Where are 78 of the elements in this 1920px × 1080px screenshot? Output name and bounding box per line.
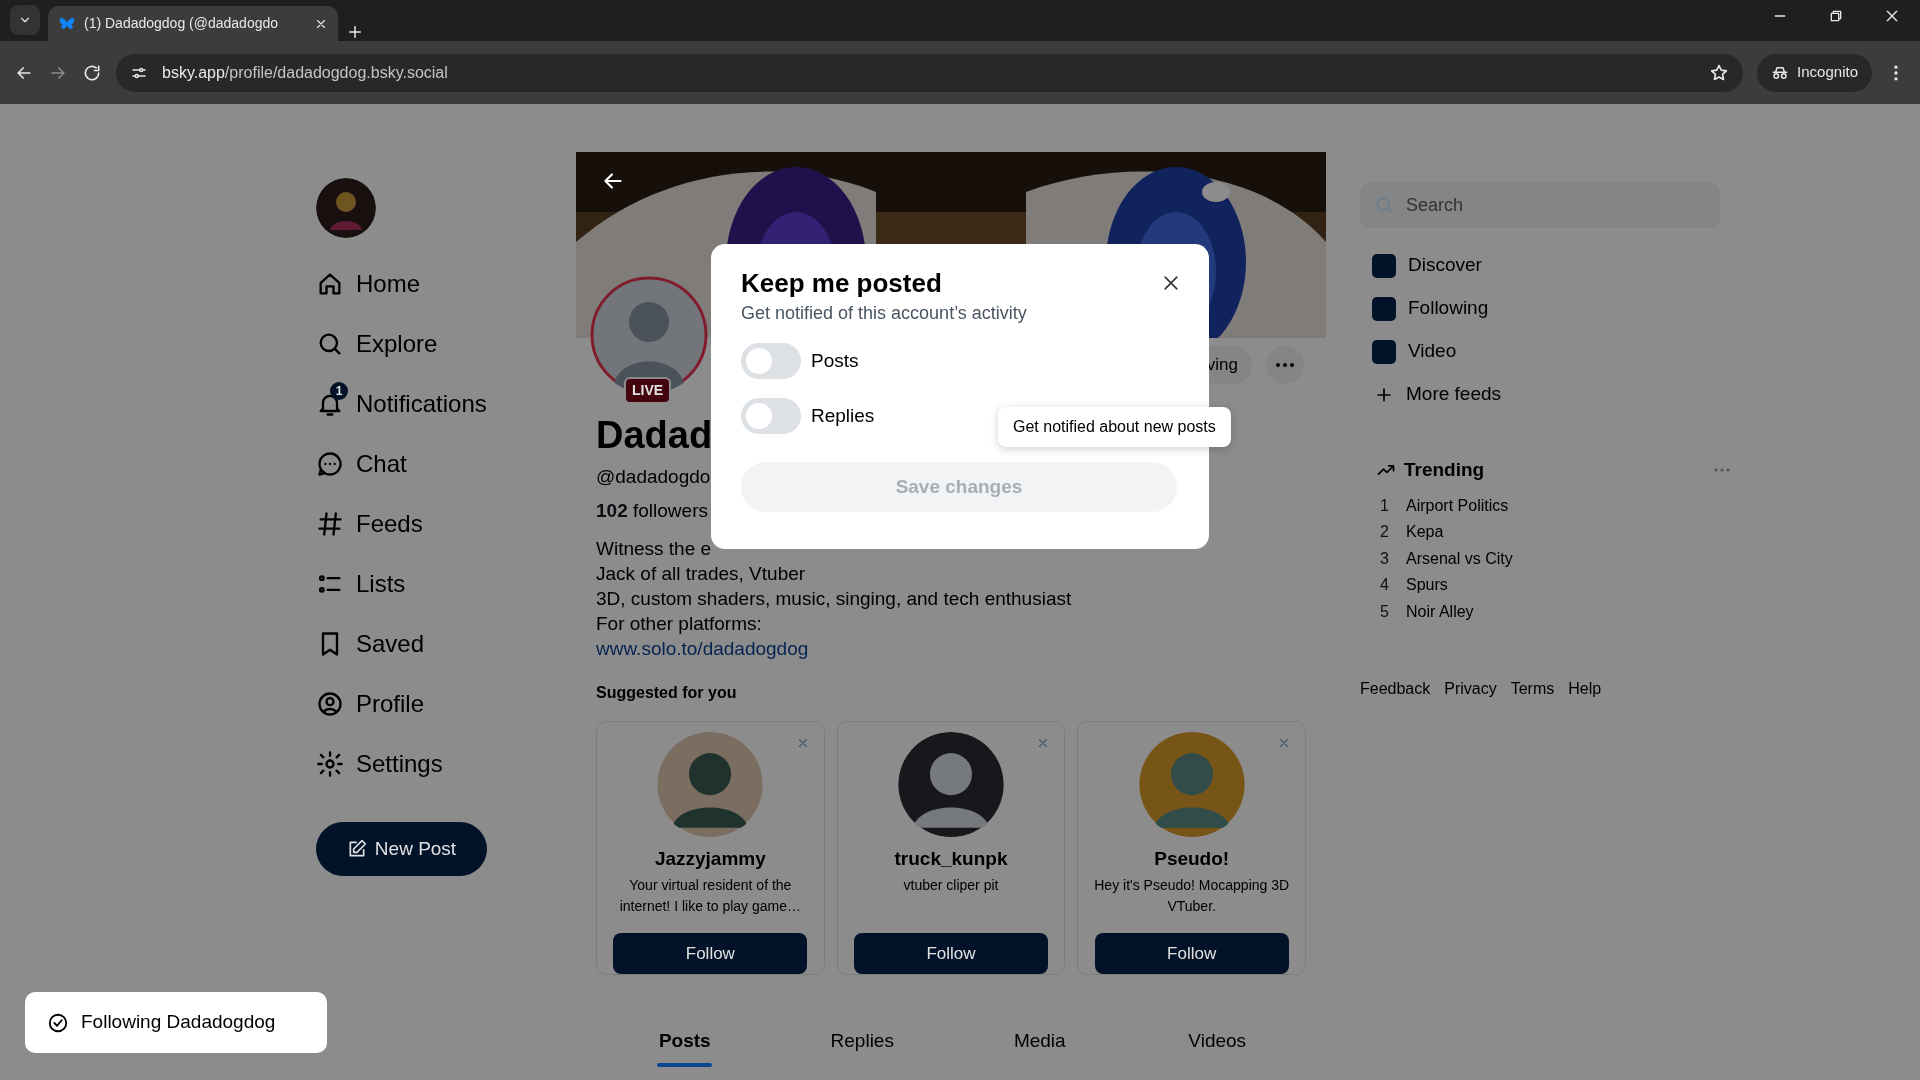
- trending-item[interactable]: 4 Spurs: [1360, 572, 1454, 599]
- profile-tab[interactable]: Videos: [1128, 1026, 1306, 1068]
- follow-button[interactable]: Follow: [854, 933, 1048, 974]
- trending-item[interactable]: 3 Arsenal vs City: [1360, 545, 1519, 572]
- user-description: Your virtual resident of the internet! I like to play game…: [618, 876, 802, 917]
- nav-item[interactable]: Explore: [316, 314, 576, 374]
- toggle-label: Posts: [811, 348, 859, 373]
- settings-icon: [316, 750, 344, 778]
- toggle-switch[interactable]: [741, 398, 801, 435]
- profile-link[interactable]: www.solo.to/dadadogdog: [596, 637, 809, 659]
- user-name: Pseudo!: [1154, 846, 1230, 871]
- footer-link[interactable]: Terms: [1510, 677, 1555, 701]
- footer-link[interactable]: Privacy: [1444, 677, 1497, 701]
- bio-line: Jack of all trades, Vtuber: [596, 561, 806, 586]
- footer-link[interactable]: Help: [1568, 677, 1602, 701]
- dialog-title: Keep me posted: [741, 268, 942, 300]
- user-description: vtuber cliper pit: [903, 876, 999, 896]
- profile-name: Dadad: [596, 413, 713, 458]
- profile-handle: @dadadogdo: [596, 464, 711, 489]
- address-text: bsky.app/profile/dadadogdog.bsky.social: [162, 62, 449, 83]
- new-post-button[interactable]: New Post: [316, 822, 487, 876]
- toggle-switch[interactable]: [741, 343, 801, 380]
- check-circle-icon: [47, 1011, 69, 1034]
- section-title: Suggested for you: [596, 682, 738, 703]
- profile-tab[interactable]: Posts: [596, 1026, 774, 1068]
- trending-title: Trending: [1404, 458, 1486, 482]
- tile-icon: [1372, 253, 1396, 278]
- bio-line: For other platforms:: [596, 611, 762, 636]
- nav-item[interactable]: 1 Notifications: [316, 374, 576, 434]
- bio-line: 3D, custom shaders, music, singing, and tech enthusiast: [596, 586, 1072, 611]
- more-button[interactable]: [1266, 346, 1304, 384]
- more-icon: [1276, 363, 1294, 367]
- toast-message: Following Dadadogdog: [81, 1010, 276, 1035]
- profile-tab[interactable]: Replies: [773, 1026, 951, 1068]
- bio-line: Witness the e: [596, 536, 712, 561]
- nav-item[interactable]: Settings: [316, 734, 576, 794]
- incognito-button[interactable]: Incognito: [1757, 53, 1872, 92]
- avatar[interactable]: [655, 731, 766, 837]
- live-badge: LIVE: [624, 377, 672, 404]
- plus-icon[interactable]: [346, 23, 364, 41]
- address-bar[interactable]: bsky.app/profile/dadadogdog.bsky.social: [116, 53, 1744, 92]
- tile-icon: [1372, 339, 1396, 364]
- toggle-label: Replies: [811, 403, 875, 428]
- search-field[interactable]: Search: [1360, 182, 1720, 228]
- tile-icon: [1372, 296, 1396, 321]
- star-icon[interactable]: [1709, 62, 1730, 83]
- follow-button[interactable]: Follow: [1094, 933, 1289, 974]
- trending-item[interactable]: 5 Noir Alley: [1360, 598, 1480, 625]
- tab-title: (1) Dadadogdog (@dadadogdo: [84, 14, 280, 33]
- user-name: truck_kunpk: [894, 846, 1008, 871]
- notification-badge: 1: [330, 382, 348, 400]
- trending-item[interactable]: 1 Airport Politics: [1360, 492, 1515, 519]
- follow-button[interactable]: Follow: [613, 933, 808, 974]
- avatar[interactable]: [316, 178, 376, 238]
- trending-item[interactable]: 2 Kepa: [1360, 519, 1450, 546]
- followers-count[interactable]: 102 followers: [596, 497, 708, 526]
- tooltip: Get notified about new posts: [998, 407, 1231, 447]
- nav-item[interactable]: Saved: [316, 614, 576, 674]
- nav-item[interactable]: Profile: [316, 674, 576, 734]
- hash-icon: [316, 510, 344, 538]
- dialog-subtitle: Get notified of this account’s activity: [741, 302, 1028, 326]
- feed-link[interactable]: Video: [1360, 330, 1457, 373]
- nav-item[interactable]: Home: [316, 254, 576, 314]
- feed-link[interactable]: Following: [1360, 287, 1489, 330]
- browser-tab[interactable]: (1) Dadadogdog (@dadadogdo: [48, 6, 338, 41]
- person-circle-icon: [316, 690, 344, 718]
- avatar[interactable]: [1136, 731, 1247, 837]
- nav-item[interactable]: Feeds: [316, 494, 576, 554]
- chat-bubble-icon: [316, 450, 344, 478]
- more-feeds-link[interactable]: More feeds: [1360, 373, 1502, 416]
- feed-link[interactable]: Discover: [1360, 244, 1482, 287]
- footer-link[interactable]: Feedback: [1360, 677, 1431, 701]
- nav-item[interactable]: Chat: [316, 434, 576, 494]
- user-description: Hey it's Pseudo! Mocapping 3D VTuber.: [1093, 876, 1291, 917]
- nav-item[interactable]: Lists: [316, 554, 576, 614]
- avatar[interactable]: [896, 731, 1006, 837]
- profile-tab[interactable]: Media: [951, 1026, 1129, 1068]
- user-name: Jazzyjammy: [654, 846, 766, 871]
